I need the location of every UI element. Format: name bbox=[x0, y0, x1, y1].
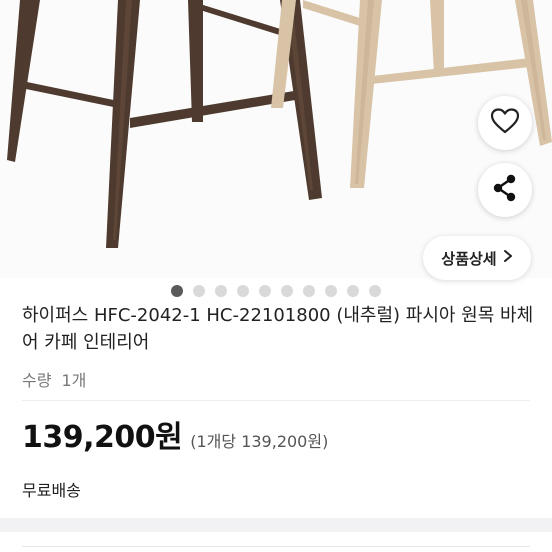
carousel-dot[interactable] bbox=[303, 285, 315, 297]
share-icon bbox=[492, 174, 518, 206]
product-detail-button[interactable]: 상품상세 bbox=[423, 236, 531, 280]
carousel-dot[interactable] bbox=[325, 285, 337, 297]
shipping-info: 무료배송 bbox=[22, 481, 81, 500]
carousel-dot[interactable] bbox=[369, 285, 381, 297]
carousel-dot[interactable] bbox=[193, 285, 205, 297]
share-button[interactable] bbox=[478, 163, 532, 217]
product-title: 하이퍼스 HFC-2042-1 HC-22101800 (내추럴) 파시아 원목… bbox=[22, 305, 534, 353]
quantity-value: 1개 bbox=[61, 371, 87, 390]
chevron-right-icon bbox=[503, 249, 513, 267]
next-section-edge bbox=[22, 546, 530, 552]
price-amount: 139,200원 bbox=[22, 420, 183, 455]
carousel-dot-active[interactable] bbox=[171, 285, 183, 297]
section-separator bbox=[0, 518, 552, 532]
carousel-dot[interactable] bbox=[237, 285, 249, 297]
carousel-dot[interactable] bbox=[259, 285, 271, 297]
dark-chair bbox=[7, 0, 322, 248]
carousel-dot[interactable] bbox=[347, 285, 359, 297]
price-row: 139,200원 (1개당 139,200원) bbox=[22, 412, 328, 456]
carousel-dot[interactable] bbox=[215, 285, 227, 297]
quantity-label: 수량 bbox=[22, 371, 52, 390]
quantity-row: 수량 1개 bbox=[22, 367, 86, 391]
product-detail-label: 상품상세 bbox=[441, 249, 497, 268]
divider bbox=[22, 400, 530, 401]
unit-price: (1개당 139,200원) bbox=[190, 432, 329, 451]
like-button[interactable] bbox=[478, 96, 532, 150]
heart-icon bbox=[490, 108, 520, 138]
carousel-indicator bbox=[171, 285, 381, 297]
carousel-dot[interactable] bbox=[281, 285, 293, 297]
